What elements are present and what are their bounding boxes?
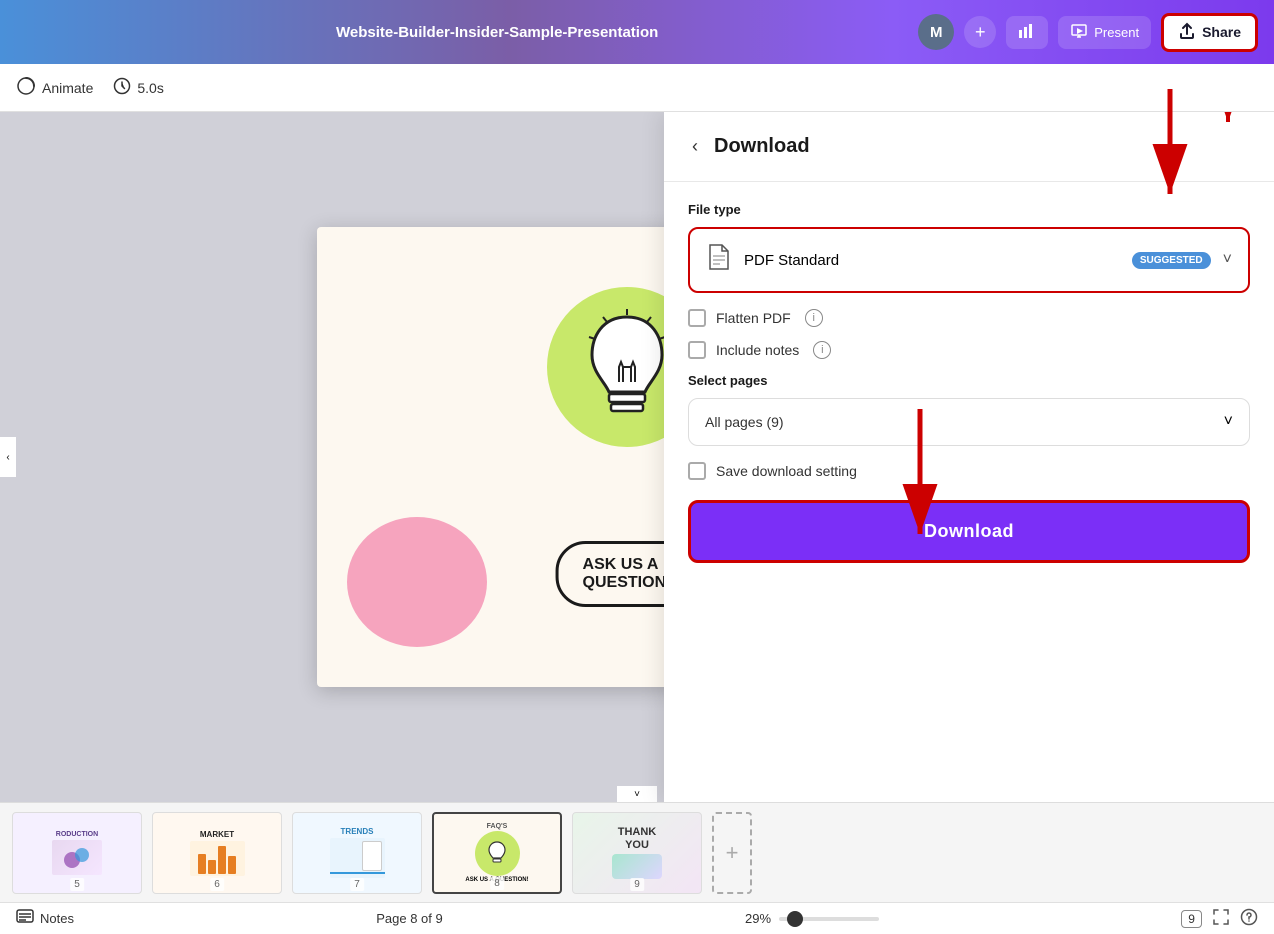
save-setting-label: Save download setting	[716, 463, 857, 479]
download-button[interactable]: Download	[688, 500, 1250, 563]
scroll-bottom-button[interactable]: ˅	[617, 786, 657, 802]
chart-icon	[1018, 22, 1036, 43]
toolbar: Animate 5.0s	[0, 64, 1274, 112]
zoom-percentage: 29%	[745, 911, 771, 926]
thumbnail-5[interactable]: RODUCTION 5	[12, 812, 142, 894]
include-notes-checkbox-row[interactable]: Include notes i	[688, 341, 1250, 359]
thumb-num-5: 5	[70, 878, 84, 891]
notes-label: Notes	[40, 911, 74, 926]
back-button[interactable]: ‹	[688, 132, 702, 161]
animate-button[interactable]: Animate	[16, 76, 93, 99]
file-type-chevron-icon: ˅	[1223, 251, 1232, 269]
select-pages-label: Select pages	[688, 373, 1250, 388]
help-button[interactable]	[1240, 908, 1258, 929]
thumb-num-6: 6	[210, 878, 224, 891]
thumbnail-8[interactable]: FAQ'S ASK US A QUESTION! 8	[432, 812, 562, 894]
flatten-pdf-checkbox[interactable]	[688, 309, 706, 327]
pages-chevron-icon: ˅	[1224, 413, 1233, 431]
thumbnail-7[interactable]: TRENDS 7	[292, 812, 422, 894]
thumb-num-7: 7	[350, 878, 364, 891]
thumbnail-6[interactable]: MARKET 6	[152, 812, 282, 894]
present-icon	[1070, 22, 1088, 43]
panel-header: ‹ Download	[664, 112, 1274, 182]
file-type-label: File type	[688, 202, 1250, 217]
share-button[interactable]: Share	[1161, 13, 1258, 52]
include-notes-label: Include notes	[716, 342, 799, 358]
analytics-button[interactable]	[1006, 16, 1048, 49]
zoom-slider[interactable]	[779, 917, 879, 921]
scroll-left-button[interactable]: ‹	[0, 437, 16, 477]
thumb-num-8: 8	[490, 877, 504, 890]
avatar-button[interactable]: M	[918, 14, 954, 50]
bottom-bar: Notes Page 8 of 9 29% 9	[0, 902, 1274, 934]
file-type-value: PDF Standard	[744, 252, 1120, 269]
fit-screen-icon	[1212, 908, 1230, 929]
flatten-pdf-label: Flatten PDF	[716, 310, 791, 326]
presentation-title: Website-Builder-Insider-Sample-Presentat…	[76, 24, 918, 41]
thumbnail-9[interactable]: THANKYOU 9	[572, 812, 702, 894]
decorative-shape-pink	[347, 517, 487, 647]
include-notes-checkbox[interactable]	[688, 341, 706, 359]
bottom-right-tools: 9	[1181, 908, 1258, 929]
present-label: Present	[1094, 25, 1139, 40]
flatten-pdf-info-icon[interactable]: i	[805, 309, 823, 327]
duration-control[interactable]: 5.0s	[113, 77, 163, 98]
fit-screen-button[interactable]	[1212, 908, 1230, 929]
pages-dropdown[interactable]: All pages (9) ˅	[688, 398, 1250, 446]
share-icon	[1178, 22, 1196, 43]
zoom-controls: 29%	[745, 911, 879, 926]
ask-text: ASK US AQUESTION!	[583, 556, 672, 591]
add-slide-button[interactable]: +	[712, 812, 752, 894]
topbar: Website-Builder-Insider-Sample-Presentat…	[0, 0, 1274, 64]
share-label: Share	[1202, 24, 1241, 40]
animate-label: Animate	[42, 80, 93, 96]
thumbnails-strip: RODUCTION 5 MARKET 6 TRENDS	[0, 802, 1274, 902]
add-collaborator-button[interactable]: +	[964, 16, 996, 48]
clock-icon	[113, 77, 131, 98]
animate-icon	[16, 76, 36, 99]
include-notes-info-icon[interactable]: i	[813, 341, 831, 359]
page-info: Page 8 of 9	[376, 911, 443, 926]
notes-button[interactable]: Notes	[16, 909, 74, 928]
all-pages-value: All pages (9)	[705, 414, 784, 430]
file-icon	[706, 243, 732, 277]
present-button[interactable]: Present	[1058, 16, 1151, 49]
help-icon	[1240, 908, 1258, 929]
thumb-num-9: 9	[630, 878, 644, 891]
page-count-box: 9	[1181, 910, 1202, 928]
download-panel: ‹ Download File type PDF Standard SUGGES…	[664, 112, 1274, 802]
panel-title: Download	[714, 135, 810, 158]
suggested-badge: SUGGESTED	[1132, 252, 1211, 269]
file-type-dropdown[interactable]: PDF Standard SUGGESTED ˅	[688, 227, 1250, 293]
main-area: ASK US AQUESTION! ‹ › ˅ ‹ Download File …	[0, 112, 1274, 802]
duration-label: 5.0s	[137, 80, 163, 96]
topbar-right: M + Present Share	[918, 13, 1258, 52]
panel-content: File type PDF Standard SUGGESTED ˅ Flatt…	[664, 182, 1274, 802]
flatten-pdf-checkbox-row[interactable]: Flatten PDF i	[688, 309, 1250, 327]
save-setting-checkbox[interactable]	[688, 462, 706, 480]
notes-icon	[16, 909, 34, 928]
save-setting-row[interactable]: Save download setting	[688, 462, 1250, 480]
